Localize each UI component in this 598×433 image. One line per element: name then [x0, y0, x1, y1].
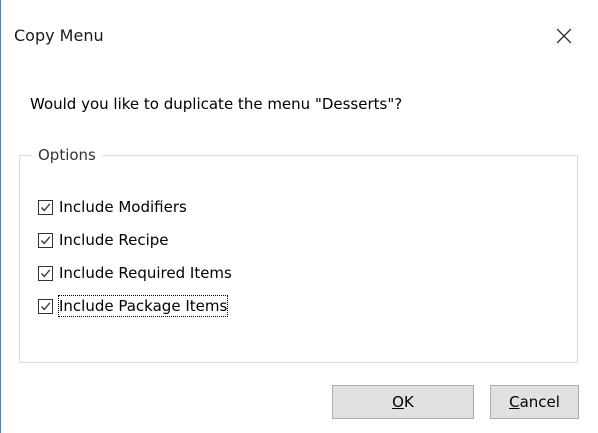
checkmark-icon: [41, 268, 51, 277]
cancel-button-label: Cancel: [509, 393, 560, 411]
cancel-mnemonic: C: [509, 393, 520, 411]
options-legend: Options: [32, 145, 102, 165]
ok-button[interactable]: OK: [332, 385, 474, 419]
close-button[interactable]: [532, 8, 598, 64]
checkbox-box[interactable]: [38, 232, 53, 248]
checkmark-icon: [41, 202, 51, 211]
include-package-items-checkbox[interactable]: Include Package Items: [38, 295, 229, 317]
checkmark-icon: [41, 301, 51, 310]
title-bar[interactable]: Copy Menu: [1, 0, 598, 66]
cancel-button[interactable]: Cancel: [490, 385, 579, 419]
include-recipe-label: Include Recipe: [59, 231, 169, 249]
copy-menu-dialog: Copy Menu Would you like to duplicate th…: [0, 0, 598, 433]
include-modifiers-checkbox[interactable]: Include Modifiers: [38, 196, 187, 218]
ok-rest: K: [403, 393, 414, 411]
close-icon: [556, 28, 572, 44]
dialog-title: Copy Menu: [14, 26, 104, 45]
duplicate-question: Would you like to duplicate the menu "De…: [30, 95, 403, 113]
checkbox-box[interactable]: [38, 298, 53, 314]
checkbox-box[interactable]: [38, 199, 53, 215]
ok-mnemonic: O: [392, 393, 404, 411]
include-recipe-checkbox[interactable]: Include Recipe: [38, 229, 169, 251]
include-required-items-checkbox[interactable]: Include Required Items: [38, 262, 232, 284]
checkmark-icon: [41, 235, 51, 244]
cancel-rest: ancel: [519, 393, 560, 411]
include-required-items-label: Include Required Items: [59, 264, 232, 282]
options-groupbox: Options Include Modifiers Include Recipe: [19, 145, 578, 363]
checkbox-box[interactable]: [38, 265, 53, 281]
ok-button-label: OK: [392, 393, 414, 411]
include-package-items-label: Include Package Items: [57, 295, 229, 317]
include-modifiers-label: Include Modifiers: [59, 198, 187, 216]
